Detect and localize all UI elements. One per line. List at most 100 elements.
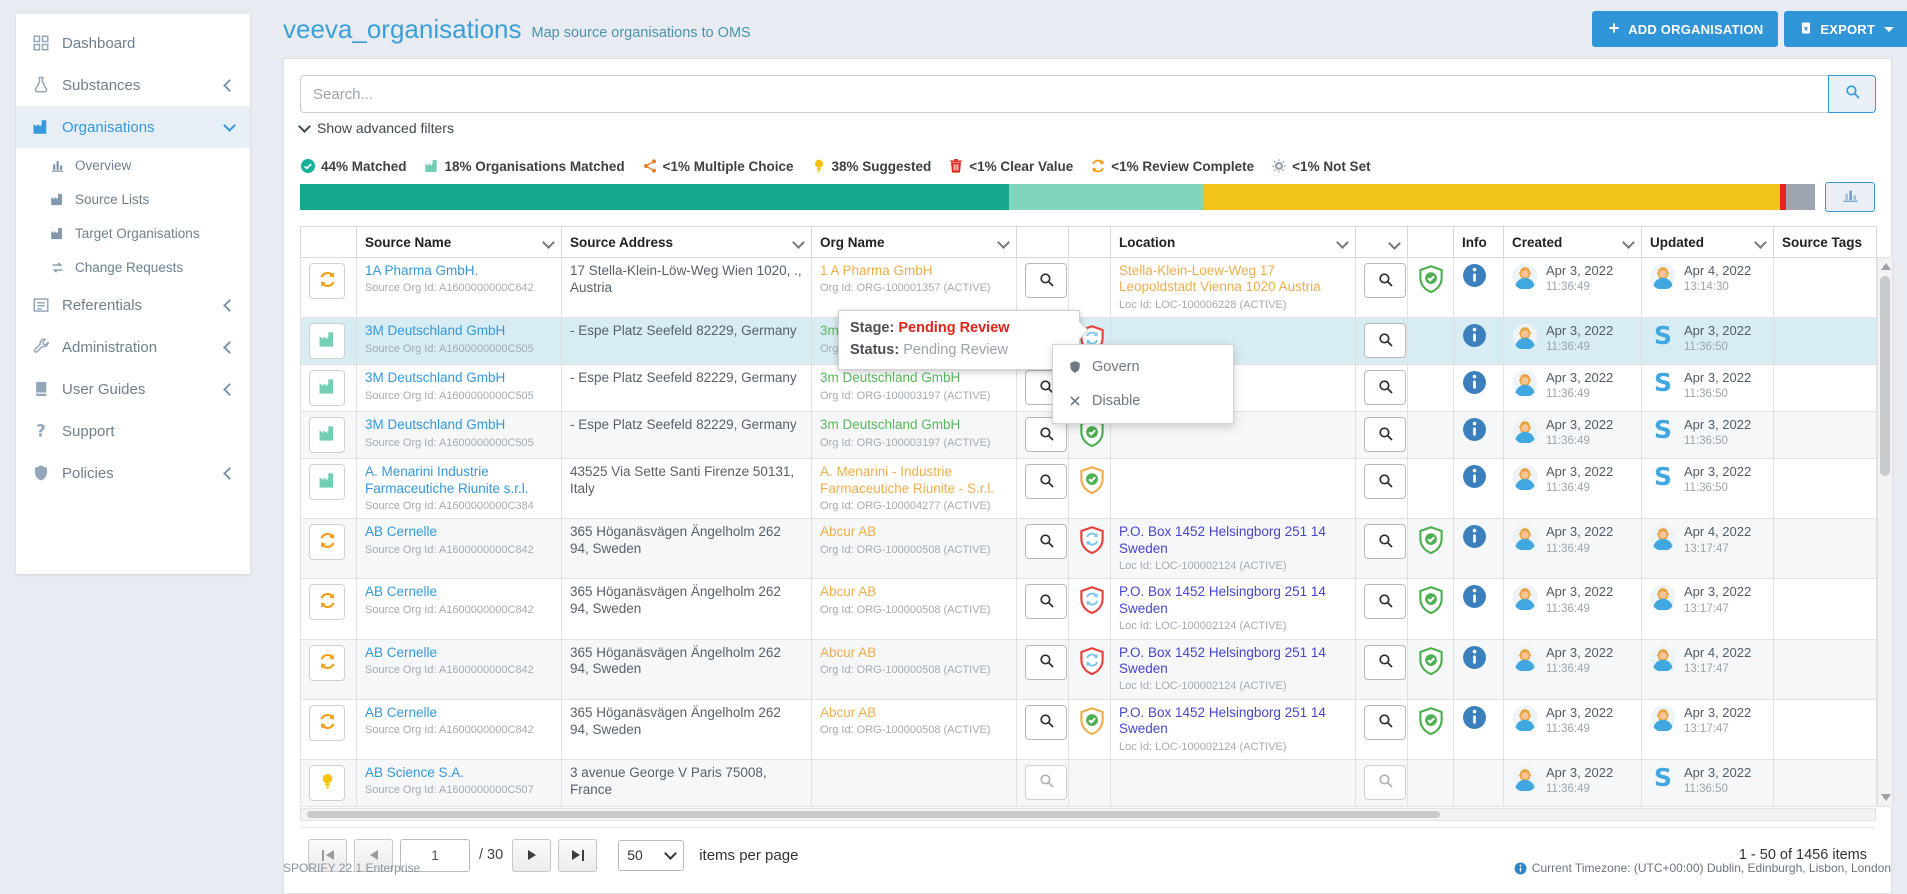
governance-shield-yellow-check-icon[interactable] xyxy=(1077,705,1107,737)
advanced-filters-toggle[interactable]: Show advanced filters xyxy=(300,120,454,136)
search-match-button[interactable] xyxy=(1364,323,1406,358)
horizontal-scrollbar[interactable] xyxy=(300,808,1876,821)
search-match-button[interactable] xyxy=(1025,263,1067,298)
search-match-button[interactable] xyxy=(1364,263,1406,298)
search-match-button[interactable] xyxy=(1364,765,1406,800)
governance-shield-green-check-icon[interactable] xyxy=(1416,705,1446,737)
search-match-button[interactable] xyxy=(1025,524,1067,559)
search-match-button[interactable] xyxy=(1025,645,1067,680)
sidebar-item-organisations[interactable]: Organisations xyxy=(16,106,250,148)
vertical-scrollbar[interactable] xyxy=(1877,257,1893,807)
sidebar-item-administration[interactable]: Administration xyxy=(16,326,250,368)
location-link[interactable]: P.O. Box 1452 Helsingborg 251 14 Sweden xyxy=(1119,645,1347,678)
info-icon[interactable] xyxy=(1462,464,1487,489)
sidebar-item-change-requests[interactable]: Change Requests xyxy=(16,250,250,284)
table-row[interactable]: AB CernelleSource Org Id: A1600000000C84… xyxy=(301,639,1877,699)
sidebar-item-referentials[interactable]: Referentials xyxy=(16,284,250,326)
search-button[interactable] xyxy=(1828,75,1876,113)
sidebar-item-user-guides[interactable]: User Guides xyxy=(16,368,250,410)
column-menu-icon[interactable] xyxy=(542,236,555,249)
search-match-button[interactable] xyxy=(1025,705,1067,740)
scroll-down-arrow-icon[interactable] xyxy=(1881,794,1891,801)
source-name-link[interactable]: A. Menarini Industrie Farmaceutiche Riun… xyxy=(365,464,553,497)
search-match-button[interactable] xyxy=(1364,584,1406,619)
governance-shield-green-check-icon[interactable] xyxy=(1416,263,1446,295)
table-row[interactable]: 1A Pharma GmbH.Source Org Id: A160000000… xyxy=(301,258,1877,318)
governance-shield-green-check-icon[interactable] xyxy=(1416,584,1446,616)
info-icon[interactable] xyxy=(1462,524,1487,549)
location-link[interactable]: P.O. Box 1452 Helsingborg 251 14 Sweden xyxy=(1119,705,1347,738)
search-match-button[interactable] xyxy=(1364,645,1406,680)
table-row[interactable]: AB Science S.A.Source Org Id: A160000000… xyxy=(301,759,1877,806)
org-name-link[interactable]: A. Menarini - Industrie Farmaceutiche Ri… xyxy=(820,464,1008,497)
row-status-button[interactable] xyxy=(309,370,345,406)
search-match-button[interactable] xyxy=(1364,464,1406,499)
source-name-link[interactable]: 1A Pharma GmbH. xyxy=(365,263,553,279)
row-status-button[interactable] xyxy=(309,323,345,359)
info-icon[interactable] xyxy=(1462,584,1487,609)
column-header-blank[interactable] xyxy=(1356,227,1408,258)
column-header-org-name[interactable]: Org Name xyxy=(812,227,1017,258)
menu-item-disable[interactable]: Disable xyxy=(1053,384,1233,418)
source-name-link[interactable]: AB Cernelle xyxy=(365,584,553,600)
sidebar-item-overview[interactable]: Overview xyxy=(16,148,250,182)
info-icon[interactable] xyxy=(1462,263,1487,288)
source-name-link[interactable]: 3M Deutschland GmbH xyxy=(365,370,553,386)
column-menu-icon[interactable] xyxy=(1754,236,1767,249)
search-match-button[interactable] xyxy=(1025,584,1067,619)
governance-shield-yellow-check-icon[interactable] xyxy=(1077,464,1107,496)
org-name-link[interactable]: Abcur AB xyxy=(820,705,1008,721)
org-name-link[interactable]: 3m Deutschland GmbH xyxy=(820,417,1008,433)
location-link[interactable]: Stella-Klein-Loew-Weg 17 Leopoldstadt Vi… xyxy=(1119,263,1347,296)
search-match-button[interactable] xyxy=(1364,524,1406,559)
sidebar-item-substances[interactable]: Substances xyxy=(16,64,250,106)
search-match-button[interactable] xyxy=(1025,464,1067,499)
column-header-source-name[interactable]: Source Name xyxy=(357,227,562,258)
sidebar-item-support[interactable]: ?Support xyxy=(16,410,250,452)
row-status-button[interactable] xyxy=(309,263,345,299)
table-row[interactable]: AB CernelleSource Org Id: A1600000000C84… xyxy=(301,519,1877,579)
sidebar-item-source-lists[interactable]: Source Lists xyxy=(16,182,250,216)
row-status-button[interactable] xyxy=(309,584,345,620)
scroll-up-arrow-icon[interactable] xyxy=(1881,263,1891,270)
org-name-link[interactable]: Abcur AB xyxy=(820,645,1008,661)
row-status-button[interactable] xyxy=(309,464,345,500)
source-name-link[interactable]: AB Cernelle xyxy=(365,705,553,721)
table-row[interactable]: AB CernelleSource Org Id: A1600000000C84… xyxy=(301,579,1877,639)
column-menu-icon[interactable] xyxy=(997,236,1010,249)
column-menu-icon[interactable] xyxy=(792,236,805,249)
horizontal-scroll-thumb[interactable] xyxy=(307,811,1440,818)
source-name-link[interactable]: 3M Deutschland GmbH xyxy=(365,323,553,339)
column-menu-icon[interactable] xyxy=(1336,236,1349,249)
column-header-updated[interactable]: Updated xyxy=(1642,227,1774,258)
column-menu-icon[interactable] xyxy=(1622,236,1635,249)
governance-shield-green-check-icon[interactable] xyxy=(1416,645,1446,677)
search-match-button[interactable] xyxy=(1364,370,1406,405)
column-header-source-address[interactable]: Source Address xyxy=(562,227,812,258)
search-match-button[interactable] xyxy=(1364,417,1406,452)
column-menu-icon[interactable] xyxy=(1388,237,1401,250)
source-name-link[interactable]: 3M Deutschland GmbH xyxy=(365,417,553,433)
sidebar-item-policies[interactable]: Policies xyxy=(16,452,250,494)
row-status-button[interactable] xyxy=(309,705,345,741)
chart-toggle-button[interactable] xyxy=(1825,182,1875,212)
org-name-link[interactable]: Abcur AB xyxy=(820,584,1008,600)
org-name-link[interactable]: 1 A Pharma GmbH xyxy=(820,263,1008,279)
row-status-button[interactable] xyxy=(309,417,345,453)
governance-shield-red-sync-icon[interactable] xyxy=(1077,524,1107,556)
export-button[interactable]: x EXPORT xyxy=(1784,11,1907,47)
info-icon[interactable] xyxy=(1462,323,1487,348)
table-row[interactable]: A. Menarini Industrie Farmaceutiche Riun… xyxy=(301,459,1877,519)
info-icon[interactable] xyxy=(1462,417,1487,442)
info-icon[interactable] xyxy=(1462,705,1487,730)
sidebar-item-target-organisations[interactable]: Target Organisations xyxy=(16,216,250,250)
location-link[interactable]: P.O. Box 1452 Helsingborg 251 14 Sweden xyxy=(1119,524,1347,557)
column-header-location[interactable]: Location xyxy=(1111,227,1356,258)
governance-shield-green-check-icon[interactable] xyxy=(1416,524,1446,556)
source-name-link[interactable]: AB Science S.A. xyxy=(365,765,553,781)
sidebar-item-dashboard[interactable]: Dashboard xyxy=(16,22,250,64)
search-input[interactable] xyxy=(300,75,1828,113)
org-name-link[interactable]: Abcur AB xyxy=(820,524,1008,540)
column-header-created[interactable]: Created xyxy=(1504,227,1642,258)
source-name-link[interactable]: AB Cernelle xyxy=(365,524,553,540)
